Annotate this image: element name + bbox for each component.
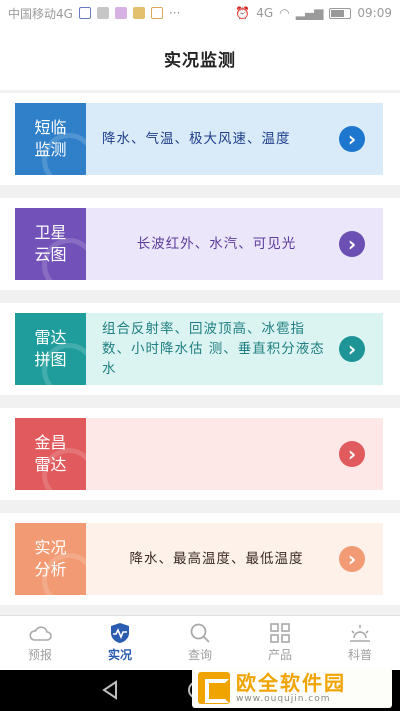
status-time: 09:09 xyxy=(357,6,392,20)
card-row: 卫星云图 长波红外、水汽、可见光 › xyxy=(0,198,400,290)
grid-icon xyxy=(268,623,292,643)
card-badge: 卫星云图 xyxy=(15,208,86,280)
app-notification-icon xyxy=(114,7,127,19)
card-badge-label: 金昌雷达 xyxy=(34,433,67,474)
card-badge-label: 实况分析 xyxy=(34,538,67,579)
sunrise-icon xyxy=(348,623,372,643)
more-notifications-icon: ··· xyxy=(168,6,181,20)
cloud-icon xyxy=(28,623,52,643)
search-icon xyxy=(188,623,212,643)
app-notification-icon xyxy=(132,7,145,19)
feature-card[interactable]: 卫星云图 长波红外、水汽、可见光 › xyxy=(15,208,383,280)
signal-icon: ▂▄▆ xyxy=(295,6,324,20)
card-row: 实况分析 降水、最高温度、最低温度 › xyxy=(0,513,400,605)
status-left: 中国移动4G ··· xyxy=(8,5,180,22)
card-badge: 短临监测 xyxy=(15,103,86,175)
battery-icon xyxy=(329,7,352,19)
wifi-icon: ◠ xyxy=(279,6,290,20)
tab-label: 预报 xyxy=(27,648,52,662)
feature-card[interactable]: 金昌雷达 › xyxy=(15,418,383,490)
app-notification-icon xyxy=(96,7,109,19)
card-badge: 实况分析 xyxy=(15,523,86,595)
tab-2[interactable]: 查询 xyxy=(160,616,240,670)
chevron-right-icon[interactable]: › xyxy=(339,441,365,467)
mail-icon xyxy=(78,7,91,19)
page-header: 实况监测 xyxy=(0,26,400,90)
card-badge-label: 短临监测 xyxy=(34,118,67,159)
feature-card[interactable]: 实况分析 降水、最高温度、最低温度 › xyxy=(15,523,383,595)
tab-label: 科普 xyxy=(347,648,372,662)
tab-1[interactable]: 实况 xyxy=(80,616,160,670)
tab-label: 实况 xyxy=(107,648,132,662)
page-title: 实况监测 xyxy=(164,50,236,71)
card-row: 金昌雷达 › xyxy=(0,408,400,500)
carrier-label: 中国移动4G xyxy=(8,6,73,21)
app-notification-icon xyxy=(150,7,163,19)
watermark-subtitle: www.ouqujin.com xyxy=(236,694,331,704)
card-row: 雷达拼图 组合反射率、回波顶高、冰雹指数、小时降水估 测、垂直积分液态水 › xyxy=(0,303,400,395)
chevron-right-icon[interactable]: › xyxy=(339,546,365,572)
watermark-logo-icon xyxy=(198,672,230,704)
tab-0[interactable]: 预报 xyxy=(0,616,80,670)
back-icon[interactable] xyxy=(100,680,120,700)
card-badge-label: 卫星云图 xyxy=(34,223,67,264)
card-badge: 雷达拼图 xyxy=(15,313,86,385)
status-bar: 中国移动4G ··· ⏰ 4G ◠ ▂▄▆ 09:09 xyxy=(0,0,400,26)
tab-label: 产品 xyxy=(267,648,292,662)
card-badge-label: 雷达拼图 xyxy=(34,328,67,369)
bottom-tab-bar: 预报 实况 查询 产品 科普 xyxy=(0,615,400,670)
feature-card[interactable]: 雷达拼图 组合反射率、回波顶高、冰雹指数、小时降水估 测、垂直积分液态水 › xyxy=(15,313,383,385)
status-right: ⏰ 4G ◠ ▂▄▆ 09:09 xyxy=(235,6,392,20)
chevron-right-icon[interactable]: › xyxy=(339,126,365,152)
chevron-right-icon[interactable]: › xyxy=(339,336,365,362)
card-badge: 金昌雷达 xyxy=(15,418,86,490)
card-row: 短临监测 降水、气温、极大风速、温度 › xyxy=(0,93,400,185)
tab-label: 查询 xyxy=(187,648,212,662)
network-type-label: 4G xyxy=(256,6,274,20)
shield-wave-icon xyxy=(108,623,132,643)
chevron-right-icon[interactable]: › xyxy=(339,231,365,257)
alarm-icon: ⏰ xyxy=(235,6,251,20)
watermark-title: 欧全软件园 xyxy=(236,671,346,695)
tab-3[interactable]: 产品 xyxy=(240,616,320,670)
feature-card[interactable]: 短临监测 降水、气温、极大风速、温度 › xyxy=(15,103,383,175)
tab-4[interactable]: 科普 xyxy=(320,616,400,670)
watermark: 欧全软件园 www.ouqujin.com xyxy=(192,668,392,708)
